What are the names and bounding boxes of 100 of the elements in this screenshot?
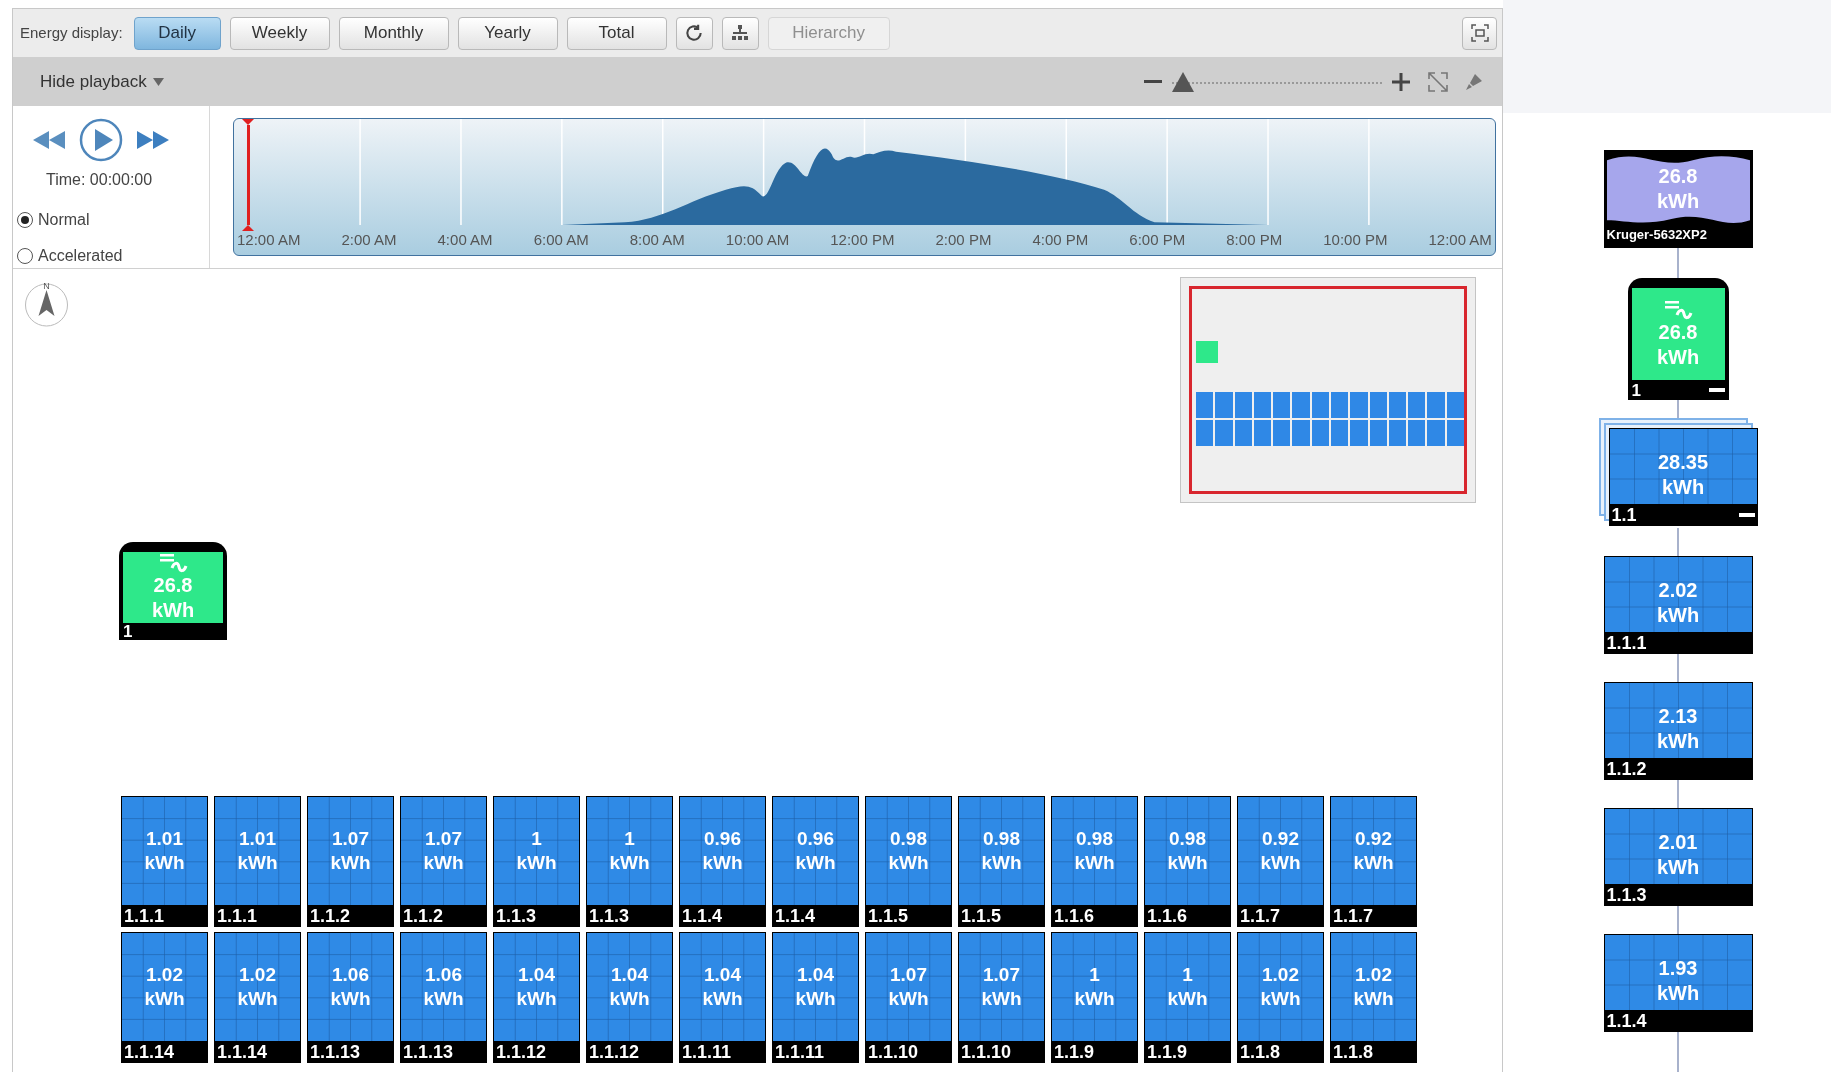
panel-marker (1311, 420, 1329, 446)
solar-panel[interactable]: 1 kWh 1.1.9 (1144, 932, 1231, 1063)
solar-panel[interactable]: 2.02 kWh 1.1.1 (1603, 556, 1753, 654)
solar-panel[interactable]: 1.04 kWh 1.1.11 (679, 932, 766, 1063)
energy-unit: kWh (609, 987, 650, 1011)
solar-panel[interactable]: 0.92 kWh 1.1.7 (1330, 796, 1417, 927)
energy-value: 1.06 (425, 963, 462, 987)
inverter-node[interactable]: 26.8 kWh 1 (119, 542, 227, 640)
energy-unit: kWh (702, 987, 743, 1011)
solar-panel[interactable]: 0.98 kWh 1.1.6 (1051, 796, 1138, 927)
energy-value: 0.98 (890, 827, 927, 851)
pin-icon[interactable] (1464, 71, 1484, 92)
playhead-handle[interactable] (242, 119, 254, 125)
energy-unit: kWh (237, 987, 278, 1011)
solar-panel[interactable]: 1.04 kWh 1.1.11 (772, 932, 859, 1063)
zoom-slider[interactable] (1172, 71, 1382, 92)
solar-panel[interactable]: 2.01 kWh 1.1.3 (1603, 808, 1753, 906)
refresh-button[interactable] (675, 16, 713, 50)
solar-panel[interactable]: 1.01 kWh 1.1.1 (214, 796, 301, 927)
zoom-in-icon[interactable] (1392, 72, 1410, 91)
solar-panel[interactable]: 1.01 kWh 1.1.1 (121, 796, 208, 927)
panel-id: 1.1.7 (1240, 907, 1281, 925)
panel-marker (1446, 392, 1464, 418)
timeline-chart[interactable]: 12:00 AM 2:00 AM 4:00 AM 6:00 AM 8:00 AM 10:00 AM 12:00 PM 2:00 PM 4:00 PM 6:00 PM 8:00 PM 10:00 PM 12:00 AM (233, 118, 1496, 256)
solar-panel[interactable]: 0.98 kWh 1.1.5 (865, 796, 952, 927)
energy-value: 26.8 (1658, 319, 1698, 345)
play-icon[interactable] (79, 118, 123, 162)
energy-unit: kWh (1167, 851, 1208, 875)
solar-panel[interactable]: 1.02 kWh 1.1.8 (1237, 932, 1324, 1063)
inverter-marker (1196, 341, 1218, 363)
energy-value: 0.92 (1355, 827, 1392, 851)
solar-panel[interactable]: 28.35 kWh 1.1 (1608, 428, 1758, 526)
solar-panel[interactable]: 1.04 kWh 1.1.12 (493, 932, 580, 1063)
solar-panel[interactable]: 1.07 kWh 1.1.2 (400, 796, 487, 927)
solar-panel[interactable]: 1.07 kWh 1.1.10 (865, 932, 952, 1063)
solar-panel[interactable]: 0.98 kWh 1.1.5 (958, 796, 1045, 927)
panel-marker (1196, 420, 1214, 446)
hide-playback-toggle[interactable]: Hide playback (40, 68, 164, 95)
panel-id: 1.1.8 (1333, 1043, 1374, 1061)
hierarchy-button[interactable] (721, 16, 759, 50)
plant-node[interactable]: 26.8 kWh Kruger-5632XP2 (1603, 150, 1753, 248)
solar-panel[interactable]: 1.02 kWh 1.1.8 (1330, 932, 1417, 1063)
solar-panel[interactable]: 1.06 kWh 1.1.13 (400, 932, 487, 1063)
panel-id: 1.1.12 (589, 1043, 640, 1061)
period-tab[interactable]: Total (566, 16, 667, 50)
rewind-icon[interactable] (33, 131, 65, 149)
solar-panel[interactable]: 0.98 kWh 1.1.6 (1144, 796, 1231, 927)
collapse-icon[interactable] (1708, 388, 1725, 392)
period-tab[interactable]: Daily (133, 16, 221, 50)
inverter-node[interactable]: 26.8 kWh 1 (1627, 278, 1729, 400)
solar-panel[interactable]: 1.93 kWh 1.1.4 (1603, 934, 1753, 1032)
solar-panel[interactable]: 1.07 kWh 1.1.10 (958, 932, 1045, 1063)
period-tab[interactable]: Yearly (457, 16, 558, 50)
panel-marker (1427, 392, 1445, 418)
solar-panel[interactable]: 1.02 kWh 1.1.14 (214, 932, 301, 1063)
solar-panel[interactable]: 0.96 kWh 1.1.4 (772, 796, 859, 927)
solar-panel[interactable]: 1.07 kWh 1.1.2 (307, 796, 394, 927)
energy-unit: kWh (981, 851, 1022, 875)
slider-thumb[interactable] (1172, 71, 1194, 92)
panel-marker (1330, 420, 1349, 446)
expand-icon[interactable] (1428, 71, 1448, 92)
panel-id: 1.1.4 (775, 907, 816, 925)
energy-value: 1.04 (611, 963, 648, 987)
solar-panel[interactable]: 1.04 kWh 1.1.12 (586, 932, 673, 1063)
panel-id: 1.1.11 (682, 1043, 732, 1061)
solar-panel[interactable]: 1 kWh 1.1.3 (586, 796, 673, 927)
period-tab[interactable]: Monthly (338, 16, 449, 50)
energy-value: 2.13 (1658, 704, 1698, 729)
energy-value: 1.04 (518, 963, 555, 987)
solar-panel[interactable]: 0.96 kWh 1.1.4 (679, 796, 766, 927)
fullscreen-button[interactable] (1462, 16, 1497, 50)
speed-radio[interactable]: Accelerated (17, 244, 209, 268)
solar-panel[interactable]: 1.06 kWh 1.1.13 (307, 932, 394, 1063)
energy-value: 1.93 (1658, 956, 1698, 981)
panel-id: 1.1.2 (1606, 760, 1647, 778)
energy-unit: kWh (1656, 189, 1700, 214)
fast-forward-icon[interactable] (137, 131, 169, 149)
panel-marker (1311, 392, 1329, 418)
solar-panel[interactable]: 2.13 kWh 1.1.2 (1603, 682, 1753, 780)
solar-panel[interactable]: 1.02 kWh 1.1.14 (121, 932, 208, 1063)
panel-id: 1.1.9 (1147, 1043, 1188, 1061)
panel-id: 1.1.6 (1054, 907, 1095, 925)
collapse-icon[interactable] (1738, 513, 1755, 517)
solar-panel[interactable]: 1 kWh 1.1.9 (1051, 932, 1138, 1063)
energy-value: 1.02 (146, 963, 183, 987)
energy-unit: kWh (981, 987, 1022, 1011)
speed-radio[interactable]: Normal (17, 208, 209, 232)
time-axis-label: 2:00 PM (935, 229, 992, 250)
energy-unit: kWh (516, 851, 557, 875)
period-tab[interactable]: Weekly (229, 16, 330, 50)
panel-marker (1330, 392, 1349, 418)
solar-panel[interactable]: 1 kWh 1.1.3 (493, 796, 580, 927)
zoom-out-icon[interactable] (1144, 79, 1162, 84)
time-axis-label: 12:00 AM (1428, 229, 1492, 250)
energy-value: 0.98 (1076, 827, 1113, 851)
panel-marker (1388, 420, 1407, 446)
energy-unit: kWh (144, 851, 185, 875)
energy-value: 1 (624, 827, 635, 851)
energy-unit: kWh (1656, 981, 1700, 1006)
solar-panel[interactable]: 0.92 kWh 1.1.7 (1237, 796, 1324, 927)
